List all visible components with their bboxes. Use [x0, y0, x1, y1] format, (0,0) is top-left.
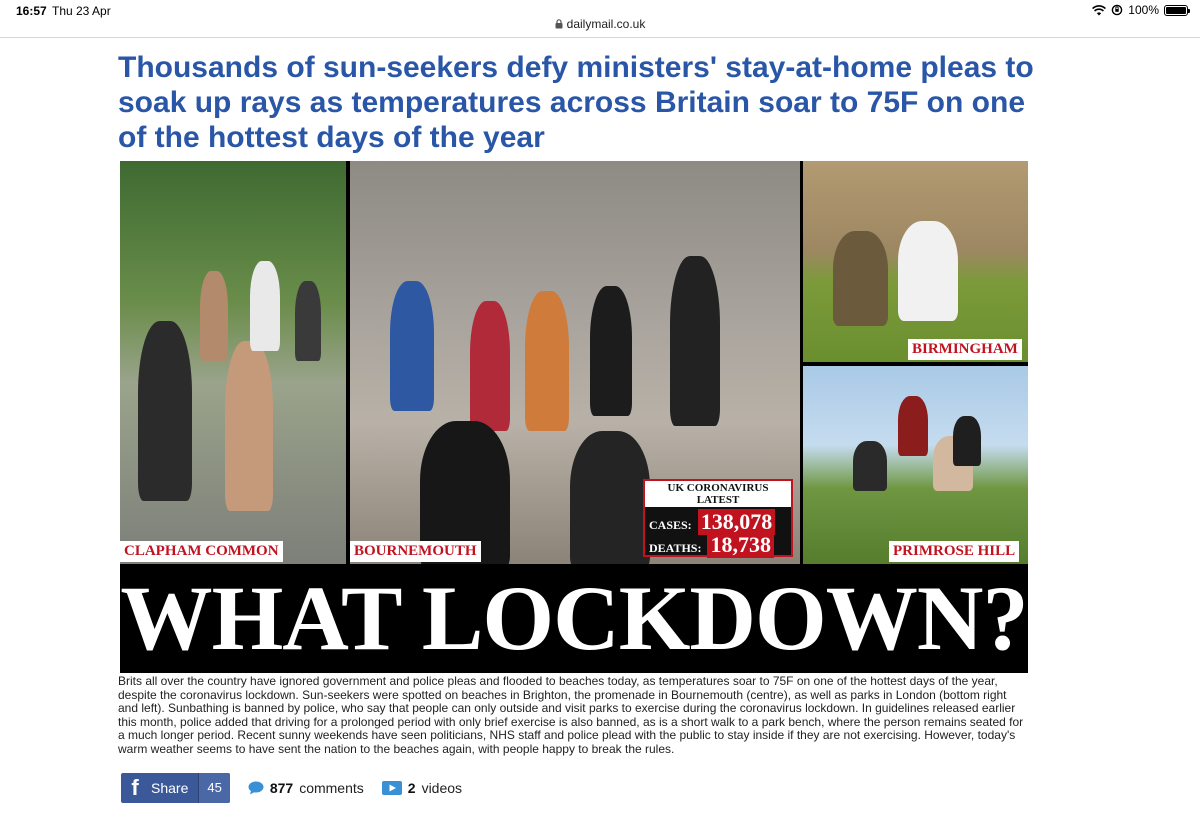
comments-link[interactable]: 877 comments [248, 780, 364, 796]
person-silhouette [670, 256, 720, 426]
facebook-share-button[interactable]: f Share 45 [121, 773, 230, 803]
toolbar-divider [0, 37, 1200, 38]
share-count: 45 [198, 773, 230, 803]
battery-level-fill [1166, 6, 1186, 14]
deaths-label: DEATHS: [649, 541, 702, 555]
person-silhouette [470, 301, 510, 431]
covid-stats-box: UK CORONAVIRUS LATEST CASES: 138,078 DEA… [643, 479, 793, 558]
image-caption: Brits all over the country have ignored … [118, 674, 1024, 756]
comments-label: comments [299, 780, 364, 796]
covid-stats-title: UK CORONAVIRUS LATEST [645, 481, 791, 507]
lock-icon [555, 19, 563, 29]
video-play-icon [381, 781, 402, 795]
person-silhouette [898, 396, 928, 456]
deaths-value: 18,738 [707, 532, 774, 558]
person-silhouette [250, 261, 280, 351]
person-silhouette [525, 291, 569, 431]
covid-title-line1: UK CORONAVIRUS [667, 482, 769, 494]
videos-count: 2 [407, 780, 416, 796]
article-headline: Thousands of sun-seekers defy ministers'… [118, 51, 1034, 154]
covid-title-line2: LATEST [696, 494, 740, 506]
person-silhouette [833, 231, 888, 326]
label-primrose-hill: PRIMROSE HILL [889, 541, 1020, 562]
photo-birmingham [803, 161, 1028, 362]
person-silhouette [225, 341, 273, 511]
person-silhouette [200, 271, 228, 361]
person-silhouette [570, 431, 650, 564]
cases-label: CASES: [649, 518, 692, 532]
photo-primrose-hill [803, 366, 1028, 564]
label-clapham-common: CLAPHAM COMMON [120, 541, 283, 562]
share-bar: f Share 45 877 comments 2 videos [121, 773, 462, 803]
person-silhouette [295, 281, 321, 361]
covid-deaths-row: DEATHS: 18,738 [649, 532, 789, 558]
what-lockdown-banner: WHAT LOCKDOWN? [120, 564, 1028, 673]
hero-image-collage[interactable]: CLAPHAM COMMON BOURNEMOUTH BIRMINGHAM PR… [120, 161, 1028, 673]
person-silhouette [898, 221, 958, 321]
address-bar[interactable]: dailymail.co.uk [0, 14, 1200, 36]
person-silhouette [390, 281, 434, 411]
label-birmingham: BIRMINGHAM [908, 339, 1022, 360]
person-silhouette [953, 416, 981, 466]
person-silhouette [590, 286, 632, 416]
share-label: Share [151, 780, 189, 796]
label-bournemouth: BOURNEMOUTH [350, 541, 481, 562]
comment-bubble-icon [248, 781, 264, 795]
person-silhouette [138, 321, 192, 501]
videos-link[interactable]: 2 videos [381, 780, 463, 796]
photo-clapham-common [120, 161, 346, 564]
person-silhouette [853, 441, 887, 491]
comments-count: 877 [269, 780, 294, 796]
videos-label: videos [421, 780, 463, 796]
facebook-icon: f [131, 775, 139, 800]
url-text[interactable]: dailymail.co.uk [567, 17, 646, 31]
